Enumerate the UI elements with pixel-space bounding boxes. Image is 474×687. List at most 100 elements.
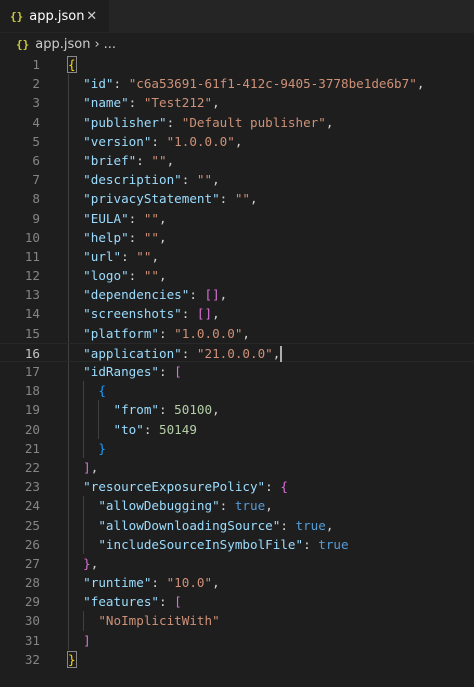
code-line: 23 "resourceExposurePolicy": { <box>0 477 474 497</box>
json-string: "c6a53691-61f1-412c-9405-3778be1de6b7" <box>128 76 417 92</box>
code-line: 6 "brief": "", <box>0 150 474 171</box>
json-key: "id" <box>83 76 114 92</box>
line-number: 32 <box>24 651 40 667</box>
line-number: 31 <box>24 632 40 648</box>
json-boolean: true <box>318 536 349 552</box>
line-number: 27 <box>24 555 40 571</box>
open-bracket: [ <box>174 364 182 379</box>
open-brace: { <box>280 479 288 495</box>
json-boolean: true <box>234 498 266 514</box>
json-key: "logo" <box>83 268 129 284</box>
json-key: "features" <box>83 594 159 610</box>
json-key: "resourceExposurePolicy" <box>83 479 266 495</box>
json-key: "allowDownloadingSource" <box>98 517 281 533</box>
code-line: 27 }, <box>0 553 474 574</box>
code-line: 8 "privacyStatement": "", <box>0 189 474 209</box>
json-string: "Default publisher" <box>181 114 326 130</box>
close-icon[interactable]: ✕ <box>84 9 99 24</box>
json-number: 50100 <box>174 402 213 418</box>
line-number: 10 <box>24 229 40 245</box>
code-line: 7 "description": "", <box>0 170 474 190</box>
code-line: 14 "screenshots": [], <box>0 304 474 324</box>
json-key: "includeSourceInSymbolFile" <box>98 536 304 552</box>
json-string: "" <box>151 152 167 168</box>
code-line: 31 ] <box>0 630 474 650</box>
json-key: "idRanges" <box>83 364 159 379</box>
tab-app-json[interactable]: {} app.json ✕ <box>0 0 110 32</box>
json-key: "publisher" <box>83 114 167 130</box>
json-key: "application" <box>83 345 182 361</box>
line-number: 30 <box>24 613 40 629</box>
json-string: "" <box>234 191 250 207</box>
json-string: "21.0.0.0" <box>196 345 273 361</box>
json-string: "" <box>196 172 213 188</box>
code-line: 4 "publisher": "Default publisher", <box>0 112 474 132</box>
line-number: 26 <box>24 536 40 552</box>
code-line: 19 "from": 50100, <box>0 400 474 420</box>
json-key: "name" <box>83 95 129 111</box>
line-number: 14 <box>24 306 40 322</box>
line-number: 24 <box>24 498 40 514</box>
json-string: "10.0" <box>166 575 213 591</box>
line-number: 9 <box>32 210 40 226</box>
empty-array: [] <box>204 287 220 303</box>
code-line: 28 "runtime": "10.0", <box>0 573 474 593</box>
line-number: 6 <box>32 152 40 168</box>
code-line: 32 } <box>0 650 474 669</box>
json-string: "1.0.0.0" <box>174 325 243 341</box>
breadcrumb-more[interactable]: ... <box>104 37 116 52</box>
line-number: 18 <box>24 383 40 399</box>
code-line: 12 "logo": "", <box>0 266 474 286</box>
json-string: "NoImplicitWith" <box>98 613 220 629</box>
code-line: 20 "to": 50149 <box>0 419 474 439</box>
json-key: "allowDebugging" <box>98 498 220 514</box>
line-number: 8 <box>32 191 40 207</box>
line-number: 7 <box>32 172 40 188</box>
line-number: 23 <box>24 479 40 495</box>
open-brace: { <box>98 383 106 399</box>
line-number: 17 <box>24 364 40 379</box>
line-number: 4 <box>32 114 40 130</box>
code-line: 10 "help": "", <box>0 227 474 247</box>
close-bracket: ] <box>83 632 91 648</box>
json-file-icon: {} <box>10 9 24 23</box>
code-line: 15 "platform": "1.0.0.0", <box>0 323 474 343</box>
code-line: 21 } <box>0 438 474 458</box>
code-line: 25 "allowDownloadingSource": true, <box>0 515 474 535</box>
json-key: "privacyStatement" <box>83 191 220 207</box>
line-number: 2 <box>32 76 40 92</box>
open-brace: { <box>67 56 77 73</box>
json-number: 50149 <box>159 421 197 437</box>
json-key: "screenshots" <box>83 306 182 322</box>
json-key: "version" <box>83 133 152 149</box>
json-key: "description" <box>83 172 182 188</box>
json-key: "brief" <box>83 152 137 168</box>
breadcrumb-file[interactable]: app.json <box>35 37 90 52</box>
json-key: "url" <box>83 248 122 264</box>
code-line: 26 "includeSourceInSymbolFile": true <box>0 534 474 554</box>
code-line: 29 "features": [ <box>0 592 474 612</box>
code-line: 5 "version": "1.0.0.0", <box>0 131 474 151</box>
code-line: 3 "name": "Test212", <box>0 93 474 113</box>
json-key: "to" <box>113 421 144 437</box>
text-cursor <box>280 346 283 363</box>
code-line: 22 ], <box>0 457 474 478</box>
json-string: "" <box>143 210 160 226</box>
line-number: 20 <box>24 421 40 437</box>
line-number: 22 <box>24 459 40 475</box>
breadcrumb: {} app.json › ... <box>0 33 474 55</box>
code-line: 13 "dependencies": [], <box>0 285 474 305</box>
close-bracket: ] <box>83 459 91 475</box>
close-brace: } <box>67 650 77 668</box>
line-number: 5 <box>32 133 40 149</box>
open-bracket: [ <box>174 594 182 610</box>
code-line: 24 "allowDebugging": true, <box>0 496 474 516</box>
line-number: 13 <box>24 287 40 303</box>
close-brace: } <box>98 440 106 456</box>
json-string: "Test212" <box>143 95 213 111</box>
line-number: 28 <box>24 575 40 591</box>
json-key: "runtime" <box>83 575 152 591</box>
code-line-current: 16 "application": "21.0.0.0", <box>0 342 474 363</box>
code-editor[interactable]: 1 { 2 "id": "c6a53691-61f1-412c-9405-377… <box>0 55 474 686</box>
editor-tab-bar: {} app.json ✕ <box>0 0 474 33</box>
